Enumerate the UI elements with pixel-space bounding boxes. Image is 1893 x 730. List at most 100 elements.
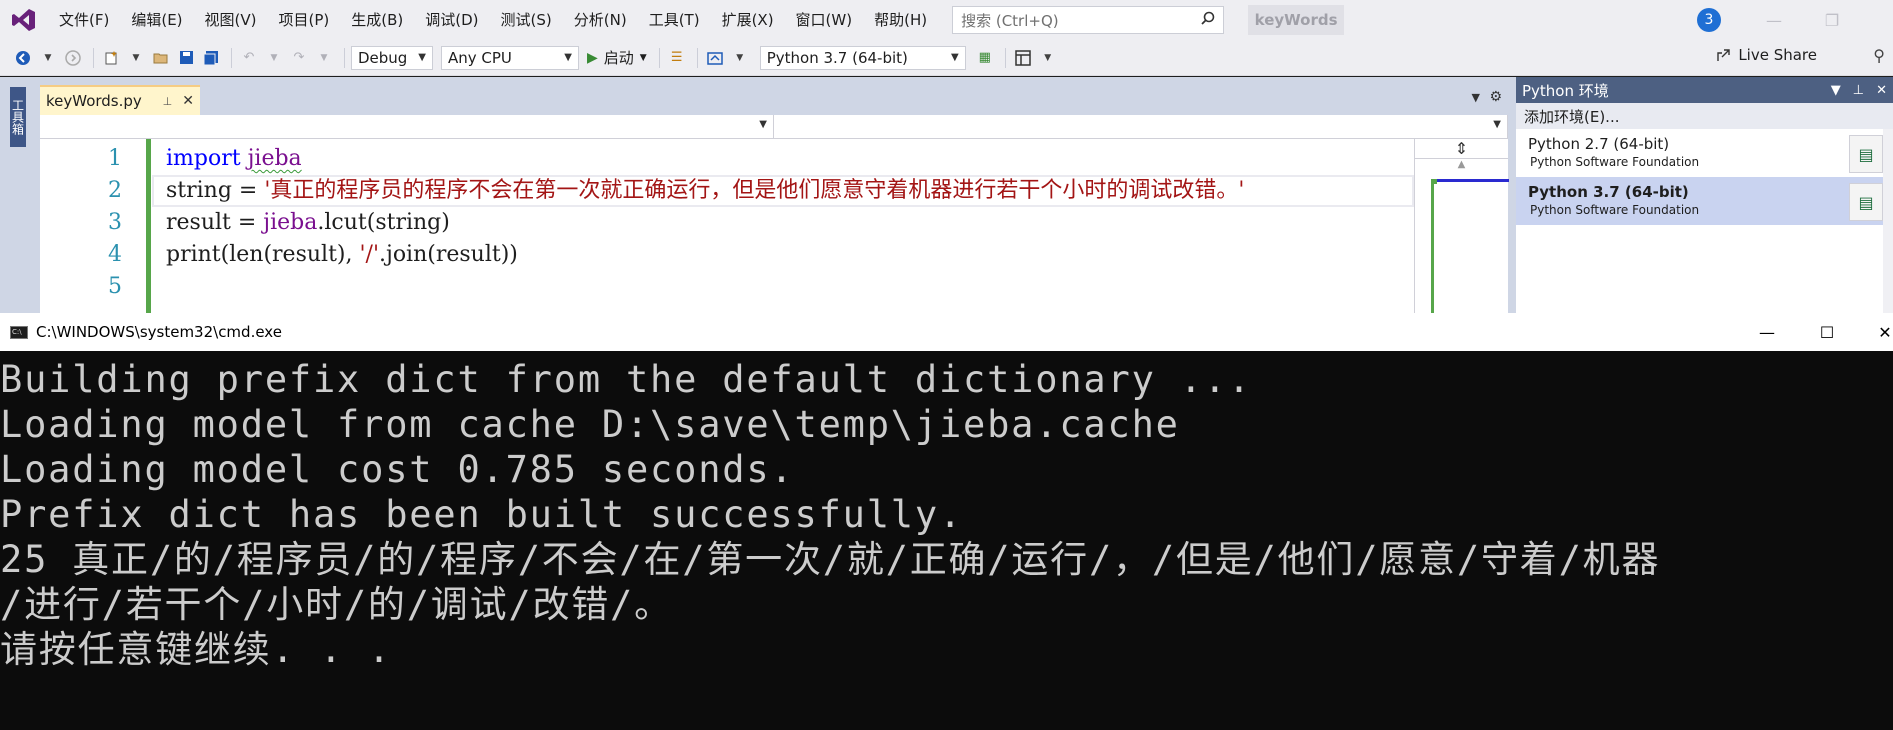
- minimize-icon[interactable]: —: [1762, 8, 1786, 32]
- code-editor[interactable]: 1 2 3 4 5 import jieba string = '真正的程序员的…: [40, 139, 1414, 313]
- menu-extensions[interactable]: 扩展(X): [711, 0, 785, 40]
- menu-debug[interactable]: 调试(D): [414, 0, 489, 40]
- toolbar-separator: [344, 47, 345, 68]
- chevron-down-icon[interactable]: ▼: [313, 47, 335, 69]
- plain-token: .lcut(string): [317, 210, 450, 235]
- menu-help[interactable]: 帮助(H): [863, 0, 938, 40]
- code-line-2: string = '真正的程序员的程序不会在第一次就正确运行，但是他们愿意守着机…: [166, 175, 1244, 207]
- close-icon[interactable]: ✕: [1862, 313, 1893, 351]
- menu-file[interactable]: 文件(F): [48, 0, 120, 40]
- code-line-1: import jieba: [166, 143, 1244, 175]
- chevron-down-icon[interactable]: ▼: [640, 53, 647, 63]
- plain-token: print(len(result),: [166, 242, 360, 267]
- layout-icon[interactable]: [1012, 47, 1034, 69]
- console-line: Loading model cost 0.785 seconds.: [0, 448, 795, 491]
- console-line: 25 真正/的/程序员/的/程序/不会/在/第一次/就/正确/运行/，/但是/他…: [0, 538, 1661, 581]
- chevron-down-icon: ▼: [418, 52, 426, 63]
- standard-toolbar: ▼ ▼ ↶ ▼ ↷ ▼ Debug ▼ Any CPU ▼ ▶ 启动 ▼ ☰ ▼…: [0, 40, 1893, 76]
- close-icon[interactable]: ✕: [1876, 83, 1887, 98]
- add-environment-link[interactable]: 添加环境(E)...: [1516, 103, 1893, 129]
- code-line-3: result = jieba.lcut(string): [166, 207, 1244, 239]
- vs-menu-bar: 文件(F) 编辑(E) 视图(V) 项目(P) 生成(B) 调试(D) 测试(S…: [0, 0, 1893, 40]
- minimize-icon[interactable]: —: [1744, 313, 1790, 351]
- live-share-button[interactable]: Live Share: [1716, 46, 1817, 64]
- back-icon[interactable]: [12, 47, 34, 69]
- chevron-down-icon[interactable]: ▼: [37, 47, 59, 69]
- close-icon[interactable]: ✕: [182, 93, 194, 109]
- document-tab[interactable]: keyWords.py ⊥ ✕: [40, 85, 200, 115]
- interactive-window-icon[interactable]: ▤: [1849, 183, 1883, 221]
- toolbar-separator: [231, 47, 232, 68]
- home-icon[interactable]: [704, 47, 726, 69]
- console-output[interactable]: Building prefix dict from the default di…: [0, 357, 1660, 672]
- env-item-selected[interactable]: Python 3.7 (64-bit) Python Software Foun…: [1516, 177, 1893, 225]
- vertical-scrollbar[interactable]: [1883, 129, 1893, 313]
- chevron-down-icon[interactable]: ▼: [263, 47, 285, 69]
- solution-platform-dropdown[interactable]: Any CPU ▼: [441, 45, 579, 70]
- new-project-icon[interactable]: [100, 47, 122, 69]
- chevron-down-icon[interactable]: ▼: [125, 47, 147, 69]
- menu-analyze[interactable]: 分析(N): [563, 0, 638, 40]
- document-tab-name: keyWords.py: [46, 92, 142, 110]
- notification-badge[interactable]: 3: [1697, 8, 1721, 32]
- package-icon[interactable]: ▦: [974, 47, 996, 69]
- string-token: '/': [359, 242, 379, 267]
- split-window-icon[interactable]: ⇕: [1415, 139, 1508, 159]
- undo-icon[interactable]: ↶: [238, 47, 260, 69]
- save-all-icon[interactable]: [200, 47, 222, 69]
- code-lines: import jieba string = '真正的程序员的程序不会在第一次就正…: [166, 143, 1244, 303]
- restore-icon[interactable]: ❐: [1820, 8, 1844, 32]
- gear-icon[interactable]: ⚙: [1489, 89, 1502, 105]
- editor-pane: keyWords.py ⊥ ✕ ▼ ⚙ ▼ ▼ 1 2 3 4 5 import…: [40, 85, 1509, 313]
- attach-icon[interactable]: ☰: [666, 47, 688, 69]
- start-button[interactable]: ▶ 启动 ▼: [587, 47, 647, 68]
- solution-configuration-dropdown[interactable]: Debug ▼: [351, 45, 433, 70]
- redo-icon[interactable]: ↷: [288, 47, 310, 69]
- chevron-down-icon[interactable]: ▼: [729, 47, 751, 69]
- forward-icon[interactable]: [62, 47, 84, 69]
- scroll-up-icon[interactable]: ▲: [1415, 159, 1508, 175]
- change-tracking-bar: [146, 139, 151, 313]
- menu-view[interactable]: 视图(V): [194, 0, 268, 40]
- line-number-gutter: 1 2 3 4 5: [40, 143, 126, 303]
- minimap-scrollbar[interactable]: ⇕ ▲: [1414, 139, 1509, 313]
- plain-token: result =: [166, 210, 264, 235]
- solution-name: keyWords: [1248, 5, 1345, 35]
- line-number: 4: [108, 242, 122, 267]
- menu-build[interactable]: 生成(B): [340, 0, 414, 40]
- menu-edit[interactable]: 编辑(E): [120, 0, 193, 40]
- env-item[interactable]: Python 2.7 (64-bit) Python Software Foun…: [1516, 129, 1893, 177]
- interactive-window-icon[interactable]: ▤: [1849, 135, 1883, 173]
- pin-icon[interactable]: ⊥: [1853, 83, 1864, 98]
- menu-tools[interactable]: 工具(T): [638, 0, 711, 40]
- search-box[interactable]: 搜索 (Ctrl+Q): [952, 6, 1225, 34]
- tab-list-dropdown-icon[interactable]: ▼: [1472, 91, 1480, 104]
- python-environment-dropdown[interactable]: Python 3.7 (64-bit) ▼: [759, 45, 966, 70]
- visual-studio-logo-icon[interactable]: [0, 0, 48, 40]
- module-token: jieba: [247, 146, 302, 171]
- toolbar-overflow-icon[interactable]: ▼: [1037, 47, 1059, 69]
- configuration-value: Debug: [358, 48, 408, 67]
- minimap-viewport[interactable]: [1431, 179, 1509, 313]
- user-feedback-icon[interactable]: ⚲: [1873, 46, 1885, 65]
- play-icon: ▶: [587, 49, 598, 66]
- menu-window[interactable]: 窗口(W): [785, 0, 864, 40]
- cmd-window: C:\ C:\WINDOWS\system32\cmd.exe — ☐ ✕ Bu…: [0, 313, 1893, 730]
- menu-project[interactable]: 项目(P): [268, 0, 341, 40]
- open-folder-icon[interactable]: [150, 47, 172, 69]
- env-vendor: Python Software Foundation: [1530, 155, 1700, 169]
- save-icon[interactable]: [175, 47, 197, 69]
- chevron-down-icon[interactable]: ▼: [1831, 83, 1841, 98]
- maximize-icon[interactable]: ☐: [1804, 313, 1850, 351]
- menu-test[interactable]: 测试(S): [490, 0, 563, 40]
- members-dropdown[interactable]: ▼: [774, 115, 1508, 138]
- search-icon[interactable]: [1201, 11, 1215, 29]
- cmd-titlebar: C:\ C:\WINDOWS\system32\cmd.exe — ☐ ✕: [0, 313, 1893, 351]
- types-dropdown[interactable]: ▼: [40, 115, 774, 138]
- toolbar-separator: [658, 47, 660, 68]
- pin-icon[interactable]: ⊥: [163, 95, 173, 108]
- toolbox-strip: 工具箱: [0, 77, 34, 313]
- platform-value: Any CPU: [448, 48, 512, 67]
- toolbar-separator: [1004, 47, 1006, 68]
- toolbox-tab[interactable]: 工具箱: [10, 87, 26, 147]
